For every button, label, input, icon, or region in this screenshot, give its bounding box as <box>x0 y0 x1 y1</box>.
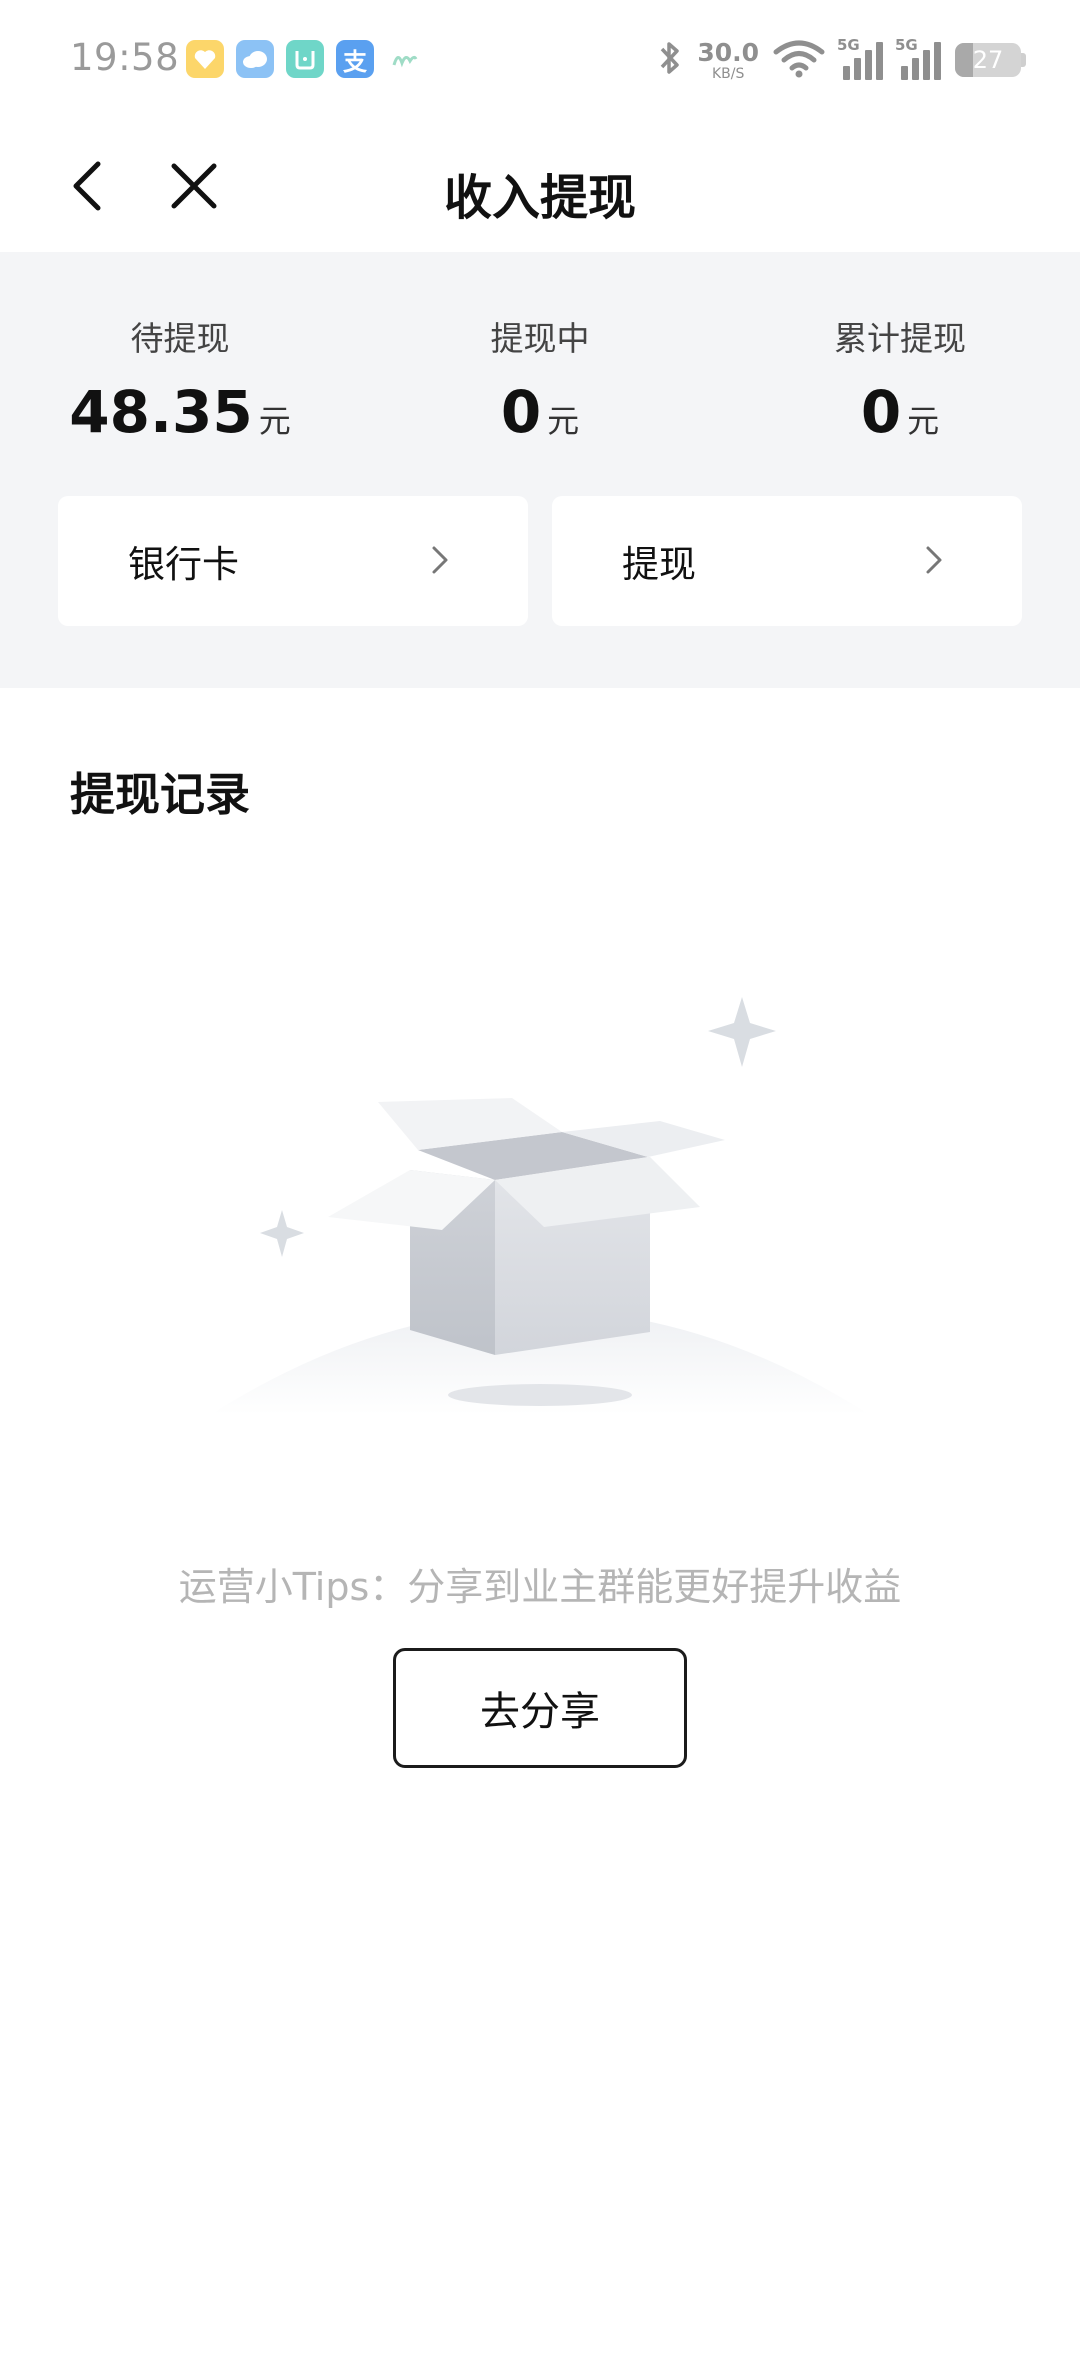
page-title: 收入提现 <box>443 170 636 226</box>
pending-unit: 元 <box>258 402 291 440</box>
battery-body: 27 <box>955 43 1021 77</box>
bank-card-label: 银行卡 <box>128 543 239 586</box>
tips-text: 运营小Tips：分享到业主群能更好提升收益 <box>178 1565 902 1609</box>
pending-withdrawal-stat: 待提现 48.35 元 <box>30 312 330 446</box>
network-speed: 30.0 KB/S <box>697 40 759 81</box>
status-time: 19:58 <box>70 36 180 79</box>
battery-cap <box>1021 53 1026 67</box>
pending-amount: 48.35 <box>69 378 253 446</box>
total-unit: 元 <box>907 402 940 440</box>
mi-home-app-icon <box>286 40 324 78</box>
pending-label: 待提现 <box>130 319 230 358</box>
status-indicators: 30.0 KB/S 5G 5G 27 <box>657 34 1026 86</box>
total-label: 累计提现 <box>834 319 966 358</box>
total-amount: 0 <box>860 378 902 446</box>
signal-1-label: 5G <box>837 36 860 54</box>
cellular-signal-1-icon: 5G <box>837 36 883 80</box>
processing-unit: 元 <box>547 402 580 440</box>
nav-bar: 收入提现 <box>0 118 1080 252</box>
withdraw-button[interactable]: 提现 <box>552 496 1022 626</box>
network-speed-unit: KB/S <box>711 65 745 82</box>
processing-amount: 0 <box>500 378 542 446</box>
bluetooth-icon <box>657 38 683 82</box>
records-title: 提现记录 <box>70 768 251 821</box>
misc-app-icon <box>386 40 424 78</box>
signal-2-label: 5G <box>895 36 918 54</box>
alipay-app-icon: 支 <box>336 40 374 78</box>
total-withdrawal-stat: 累计提现 0 元 <box>750 312 1050 446</box>
share-button[interactable]: 去分享 <box>393 1648 687 1768</box>
processing-label: 提现中 <box>490 319 590 358</box>
battery-fill <box>955 43 973 77</box>
battery-icon: 27 <box>955 43 1026 77</box>
empty-box-illustration <box>190 975 890 1415</box>
income-withdrawal-page: 19:58 支 30.0 KB/S 5G 5G 27 收入提现 待提现 48.3… <box>0 0 1080 2376</box>
network-speed-value: 30.0 <box>697 37 759 67</box>
chevron-right-icon <box>422 542 458 578</box>
cellular-signal-2-icon: 5G <box>895 36 941 80</box>
bank-card-button[interactable]: 银行卡 <box>58 496 528 626</box>
battery-percent: 27 <box>972 46 1004 74</box>
wifi-icon <box>773 38 825 82</box>
withdraw-label: 提现 <box>622 543 696 586</box>
processing-withdrawal-stat: 提现中 0 元 <box>390 312 690 446</box>
status-bar: 19:58 支 30.0 KB/S 5G 5G 27 <box>0 0 1080 118</box>
notification-app-icons: 支 <box>186 40 424 80</box>
weather-app-icon <box>236 40 274 78</box>
chevron-right-icon <box>916 542 952 578</box>
withdrawal-summary: 待提现 48.35 元 提现中 0 元 累计提现 0 元 银行卡 提现 <box>0 252 1080 688</box>
heart-app-icon <box>186 40 224 78</box>
